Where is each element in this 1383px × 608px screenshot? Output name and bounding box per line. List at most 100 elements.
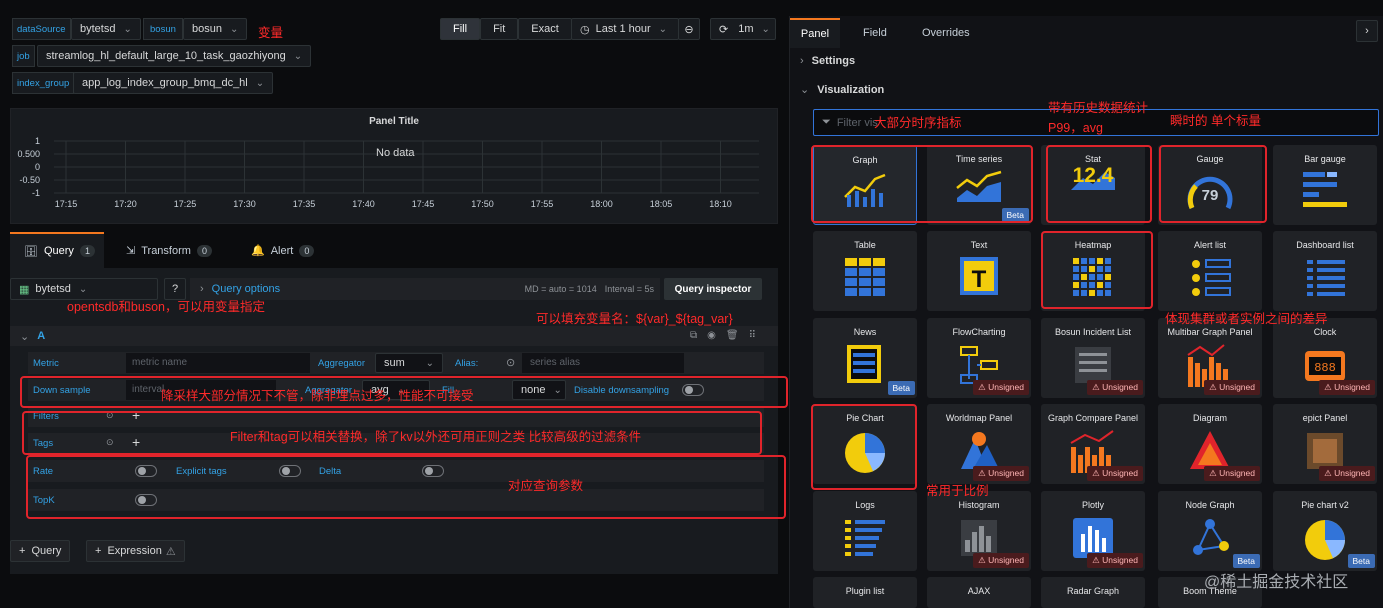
- viz-card-title: Clock: [1313, 327, 1337, 337]
- viz-card-logs-viz[interactable]: Logs: [813, 491, 917, 571]
- chevron-right-icon: ›: [200, 283, 204, 295]
- trash-icon[interactable]: 🗑: [726, 330, 739, 341]
- beta-badge: Beta: [1347, 554, 1375, 568]
- x-tick-label: 17:35: [293, 199, 316, 209]
- viz-card-diagram-viz[interactable]: Diagram ⚠ Unsigned: [1158, 404, 1262, 484]
- aggregator-select[interactable]: sum: [375, 353, 443, 373]
- unsigned-label: Unsigned: [1334, 382, 1370, 392]
- visualization-section-toggle[interactable]: ⌄ Visualization: [800, 83, 884, 97]
- viz-card-title: Graph Compare Panel: [1047, 413, 1139, 423]
- exact-button[interactable]: Exact: [518, 18, 572, 40]
- viz-card-plotly-viz[interactable]: Plotly ⚠ Unsigned: [1041, 491, 1145, 571]
- x-tick-label: 17:15: [55, 199, 78, 209]
- highlight-pie: [811, 404, 917, 490]
- unsigned-label: Unsigned: [1102, 382, 1138, 392]
- viz-card-ajax-viz[interactable]: AJAX: [927, 577, 1031, 608]
- query-tab-label: Query: [43, 245, 74, 257]
- transform-tab[interactable]: ⇲ Transform 0: [126, 244, 212, 257]
- metric-input[interactable]: metric name: [126, 353, 310, 373]
- viz-card-table-viz[interactable]: Table: [813, 231, 917, 311]
- x-tick-label: 18:05: [650, 199, 673, 209]
- index-group-variable-label: index_group: [12, 72, 75, 94]
- add-expression-label: Expression: [107, 545, 162, 557]
- interval-info: Interval = 5s: [604, 284, 654, 294]
- warning-icon: ⚠: [165, 545, 176, 558]
- alert-tab-label: Alert: [270, 244, 294, 257]
- chevron-right-icon: ›: [1365, 25, 1369, 37]
- table-icon: [813, 256, 917, 300]
- settings-section-toggle[interactable]: › Settings: [800, 55, 855, 67]
- query-tab[interactable]: 🗄 Query 1: [10, 232, 104, 268]
- viz-card-title: epict Panel: [1302, 413, 1348, 423]
- x-tick-label: 17:30: [233, 199, 256, 209]
- collapse-pane-button[interactable]: ›: [1356, 20, 1378, 42]
- index-group-variable-select[interactable]: app_log_index_group_bmq_dc_hl: [73, 72, 274, 94]
- plus-icon: +: [95, 545, 102, 557]
- fill-button[interactable]: Fill: [440, 18, 481, 40]
- bosun-variable-select[interactable]: bosun: [183, 18, 248, 40]
- plus-icon: +: [19, 545, 26, 557]
- eye-icon[interactable]: ◉: [707, 330, 716, 341]
- chevron-down-icon: ⌄: [800, 84, 810, 96]
- md-info: MD = auto = 1014: [524, 284, 597, 294]
- panel-chart: 1 0.500 0 -0.50 -1 17:15 17:20 17:25 17:30 17:35 1…: [17, 136, 759, 209]
- viz-card-flowcharting-viz[interactable]: FlowCharting ⚠ Unsigned: [927, 318, 1031, 398]
- viz-card-dashboard-list-viz[interactable]: Dashboard list: [1273, 231, 1377, 311]
- zoom-out-icon: ⊖: [684, 23, 694, 36]
- viz-card-clock-viz[interactable]: Clock 888 ⚠ Unsigned: [1273, 318, 1377, 398]
- viz-card-title: Node Graph: [1185, 500, 1235, 510]
- job-variable-select[interactable]: streamlog_hl_default_large_10_task_gaozh…: [37, 45, 312, 67]
- unsigned-label: Unsigned: [1334, 468, 1370, 478]
- tab-panel[interactable]: Panel: [790, 18, 840, 48]
- viz-card-histogram-viz[interactable]: Histogram ⚠ Unsigned: [927, 491, 1031, 571]
- datasource-variable-select[interactable]: bytetsd: [71, 18, 141, 40]
- viz-card-radar-graph-viz[interactable]: Radar Graph: [1041, 577, 1145, 608]
- aggregator-label: Aggregator: [318, 358, 366, 369]
- drag-handle-icon[interactable]: ⠿: [749, 330, 756, 341]
- viz-card-news-viz[interactable]: News Beta: [813, 318, 917, 398]
- alert-tab[interactable]: 🔔 Alert 0: [251, 244, 315, 257]
- unsigned-badge: ⚠ Unsigned: [1087, 466, 1143, 481]
- viz-card-multibar-viz[interactable]: Multibar Graph Panel ⚠ Unsigned: [1158, 318, 1262, 398]
- viz-card-title: Plotly: [1081, 500, 1104, 510]
- datasource-picker-label: bytetsd: [35, 283, 71, 295]
- beta-badge: Beta: [887, 381, 915, 395]
- viz-card-title: AJAX: [967, 586, 991, 596]
- add-expression-button[interactable]: + Expression ⚠: [86, 540, 185, 562]
- refresh-picker[interactable]: ⟳ 1m: [710, 18, 776, 40]
- duplicate-icon[interactable]: ⧉: [690, 330, 697, 341]
- zoom-out-button[interactable]: ⊖: [678, 18, 700, 40]
- unsigned-label: Unsigned: [1102, 468, 1138, 478]
- query-options-label: Query options: [211, 283, 281, 295]
- viz-card-epict-viz[interactable]: epict Panel ⚠ Unsigned: [1273, 404, 1377, 484]
- fit-button[interactable]: Fit: [480, 18, 519, 40]
- time-range-picker[interactable]: ◷ Last 1 hour: [571, 18, 679, 40]
- unsigned-label: Unsigned: [988, 382, 1024, 392]
- y-tick-label: 1: [35, 136, 40, 146]
- viz-card-pie-chart-v2-viz[interactable]: Pie chart v2 Beta: [1273, 491, 1377, 571]
- job-variable-label: job: [12, 45, 35, 67]
- tab-overrides[interactable]: Overrides: [922, 27, 970, 39]
- alias-input[interactable]: series alias: [522, 353, 684, 373]
- viz-card-node-graph-viz[interactable]: Node Graph Beta: [1158, 491, 1262, 571]
- search-placeholder: Filter vis: [836, 116, 878, 129]
- viz-card-bosun-incident-viz[interactable]: Bosun Incident List ⚠ Unsigned: [1041, 318, 1145, 398]
- annotation-pie: 常用于比例: [926, 484, 989, 498]
- query-inspector-button[interactable]: Query inspector: [664, 278, 762, 300]
- query-row-header[interactable]: ⌄ A: [10, 326, 778, 346]
- highlight-gauge: [1159, 145, 1267, 223]
- viz-card-worldmap-viz[interactable]: Worldmap Panel ⚠ Unsigned: [927, 404, 1031, 484]
- viz-card-text-viz[interactable]: Text T: [927, 231, 1031, 311]
- viz-card-title: Text: [970, 240, 988, 250]
- viz-card-title: Diagram: [1192, 413, 1227, 423]
- viz-card-graph-compare-viz[interactable]: Graph Compare Panel ⚠ Unsigned: [1041, 404, 1145, 484]
- add-query-button[interactable]: + Query: [10, 540, 71, 562]
- highlight-params: [26, 455, 786, 519]
- viz-card-bar-gauge-viz[interactable]: Bar gauge: [1273, 145, 1377, 225]
- svg-text:T: T: [972, 266, 987, 293]
- viz-card-alert-list-viz[interactable]: Alert list: [1158, 231, 1262, 311]
- viz-card-plugin-list-viz[interactable]: Plugin list: [813, 577, 917, 608]
- viz-card-title: Logs: [855, 500, 875, 510]
- viz-card-title: Pie chart v2: [1301, 500, 1349, 510]
- tab-field[interactable]: Field: [863, 27, 887, 39]
